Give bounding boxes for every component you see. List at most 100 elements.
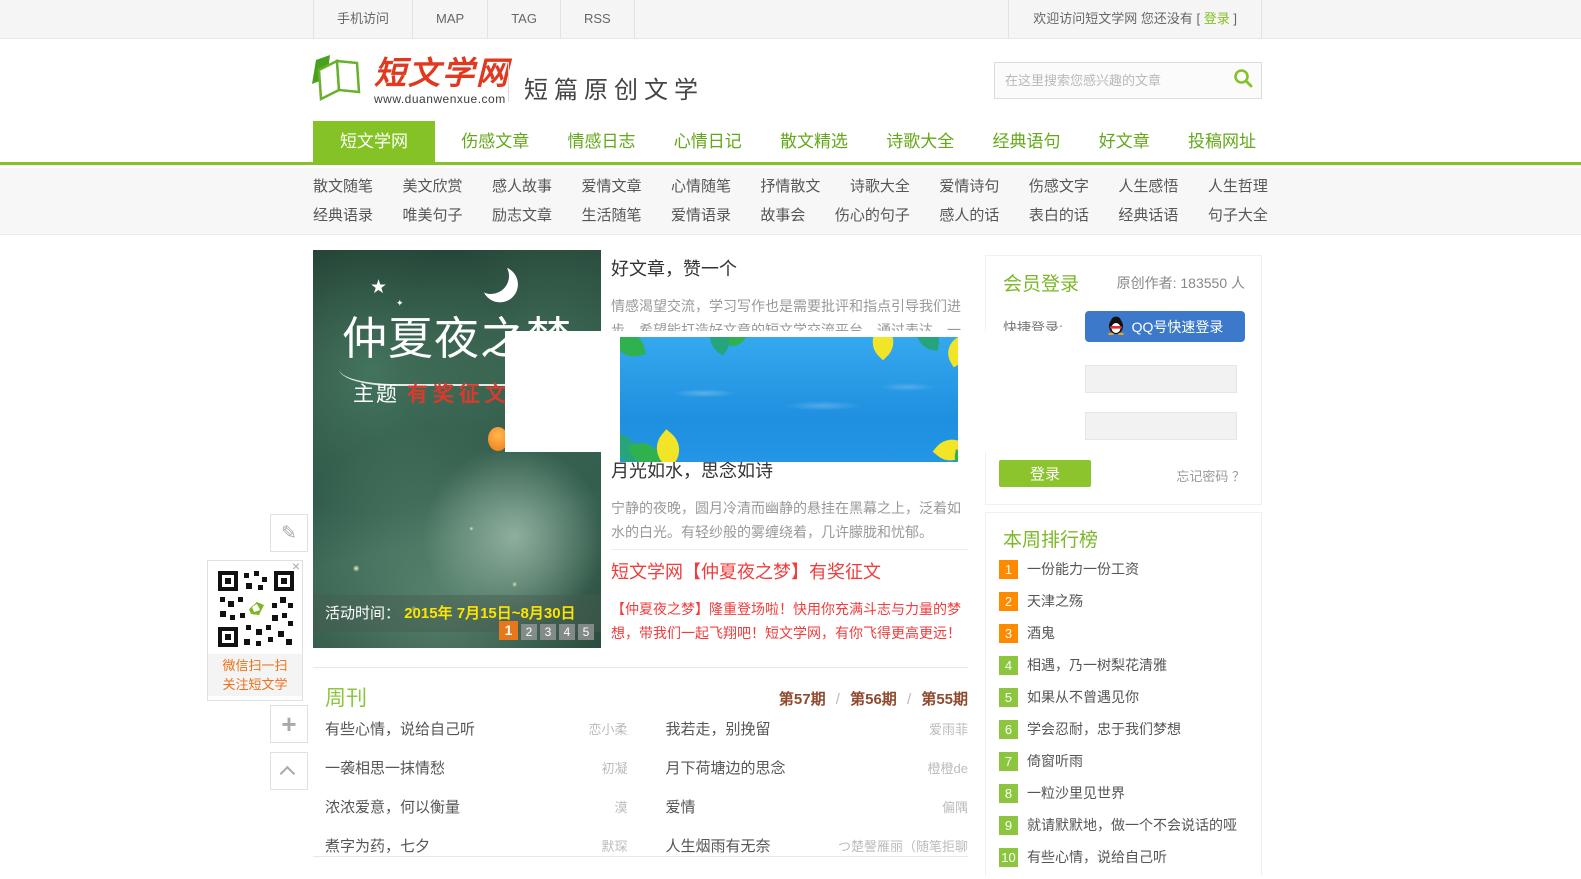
- site-logo[interactable]: 短文学网 www.duanwenxue.com: [310, 54, 510, 107]
- subnav-link[interactable]: 爱情语录: [671, 205, 731, 227]
- leaf-icon: [914, 337, 942, 351]
- subnav-link[interactable]: 伤感文字: [1029, 176, 1089, 198]
- subnav-link[interactable]: 故事会: [760, 205, 805, 227]
- weekly-article-link[interactable]: 有些心情，说给自己听: [325, 718, 475, 739]
- back-to-top-button[interactable]: [270, 752, 308, 790]
- subnav-link[interactable]: 经典语录: [313, 205, 373, 227]
- weekly-article-link[interactable]: 人生烟雨有无奈: [666, 835, 771, 856]
- list-item: 我若走，别挽留 爱雨菲: [666, 718, 969, 739]
- logo-book-icon: [310, 54, 366, 107]
- list-item: 人生烟雨有无奈 つ楚謦雁丽（随笔拒聊: [666, 835, 969, 856]
- subnav-link[interactable]: 美文欣赏: [402, 176, 462, 198]
- pencil-icon: ✎: [281, 522, 297, 545]
- subnav-link[interactable]: 爱情文章: [581, 176, 641, 198]
- nav-item-sad-articles[interactable]: 伤感文章: [449, 121, 541, 162]
- topbar-link-rss[interactable]: RSS: [560, 0, 635, 38]
- login-button[interactable]: 登录: [999, 460, 1091, 487]
- carousel-page-2[interactable]: 2: [521, 624, 537, 640]
- carousel-page-5[interactable]: 5: [578, 624, 594, 640]
- subnav-link[interactable]: 爱情诗句: [939, 176, 999, 198]
- subnav-link[interactable]: 伤心的句子: [835, 205, 910, 227]
- weekly-issues: 第57期 / 第56期 / 第55期: [779, 688, 968, 709]
- nav-item-classic-quotes[interactable]: 经典语句: [981, 121, 1073, 162]
- search-button[interactable]: [1225, 63, 1261, 98]
- weekly-article-author: 爱雨菲: [929, 719, 968, 738]
- ranking-item[interactable]: 8 一粒沙里见世界: [999, 783, 1254, 803]
- list-item: 一袭相思一抹情愁 初凝: [325, 757, 628, 778]
- topbar-link-map[interactable]: MAP: [412, 0, 487, 38]
- topbar-link-tag[interactable]: TAG: [487, 0, 560, 38]
- subnav-link[interactable]: 表白的话: [1029, 205, 1089, 227]
- nav-item-prose[interactable]: 散文精选: [768, 121, 860, 162]
- rank-badge: 4: [999, 656, 1018, 675]
- ranking-item[interactable]: 3 酒鬼: [999, 623, 1254, 643]
- subnav-link[interactable]: 句子大全: [1208, 205, 1268, 227]
- ranking-item[interactable]: 6 学会忍耐，忠于我们梦想: [999, 719, 1254, 739]
- subnav-link[interactable]: 感人的话: [939, 205, 999, 227]
- article-title[interactable]: 短文学网【仲夏夜之梦】有奖征文: [611, 558, 968, 584]
- weekly-header: 周刊 第57期 / 第56期 / 第55期: [313, 668, 968, 718]
- issue-55-link[interactable]: 第55期: [921, 691, 968, 708]
- rank-title: 一粒沙里见世界: [1027, 783, 1125, 803]
- banner-ad[interactable]: [620, 337, 958, 462]
- subnav-link[interactable]: 人生感悟: [1118, 176, 1178, 198]
- password-field[interactable]: [1085, 412, 1237, 440]
- subnav-link[interactable]: 人生哲理: [1208, 176, 1268, 198]
- username-field[interactable]: [1085, 365, 1237, 393]
- rank-title: 天津之殇: [1027, 591, 1083, 611]
- rank-badge: 8: [999, 784, 1018, 803]
- rank-title: 一份能力一份工资: [1027, 559, 1139, 579]
- ranking-item[interactable]: 5 如果从不曾遇见你: [999, 687, 1254, 707]
- write-button[interactable]: ✎: [270, 514, 308, 552]
- ranking-item[interactable]: 4 相遇，乃一树梨花清雅: [999, 655, 1254, 675]
- leaf-icon: [620, 337, 646, 361]
- qq-login-button[interactable]: QQ号快速登录: [1085, 311, 1245, 342]
- ranking-item[interactable]: 7 倚窗听雨: [999, 751, 1254, 771]
- issue-57-link[interactable]: 第57期: [779, 691, 826, 708]
- article-title[interactable]: 好文章，赞一个: [611, 255, 968, 281]
- subnav-row-1: 散文随笔 美文欣赏 感人故事 爱情文章 心情随笔 抒情散文 诗歌大全 爱情诗句 …: [313, 176, 1268, 198]
- qq-penguin-icon: [1107, 315, 1132, 338]
- weekly-article-link[interactable]: 煮字为药，七夕: [325, 835, 430, 856]
- nav-item-mood-diary[interactable]: 心情日记: [662, 121, 754, 162]
- issue-56-link[interactable]: 第56期: [850, 691, 897, 708]
- rank-title: 相遇，乃一树梨花清雅: [1027, 655, 1167, 675]
- carousel-subtitle-highlight: 有奖征文: [407, 383, 511, 406]
- ranking-item[interactable]: 10 有些心情，说给自己听: [999, 847, 1254, 867]
- subnav-link[interactable]: 心情随笔: [671, 176, 731, 198]
- carousel-page-4[interactable]: 4: [559, 624, 575, 640]
- subnav-link[interactable]: 唯美句子: [402, 205, 462, 227]
- expand-button[interactable]: +: [270, 705, 308, 743]
- ranking-item[interactable]: 9 就请默默地，做一个不会说话的哑: [999, 815, 1254, 835]
- topbar-link-mobile[interactable]: 手机访问: [313, 0, 412, 38]
- nav-item-submit[interactable]: 投稿网址: [1176, 121, 1268, 162]
- carousel-page-1[interactable]: 1: [499, 621, 518, 640]
- weekly-article-link[interactable]: 浓浓爱意，何以衡量: [325, 796, 460, 817]
- weekly-article-author: 偏隅: [942, 797, 968, 816]
- list-item: 爱情 偏隅: [666, 796, 969, 817]
- weekly-article-link[interactable]: 月下荷塘边的思念: [666, 757, 786, 778]
- subnav-link[interactable]: 散文随笔: [313, 176, 373, 198]
- search-input[interactable]: [995, 73, 1225, 88]
- ranking-item[interactable]: 2 天津之殇: [999, 591, 1254, 611]
- rank-title: 倚窗听雨: [1027, 751, 1083, 771]
- issue-separator: /: [901, 691, 917, 708]
- weekly-article-author: 橙橙de: [928, 758, 968, 777]
- subnav-link[interactable]: 抒情散文: [760, 176, 820, 198]
- login-link[interactable]: 登录: [1204, 11, 1230, 26]
- ranking-item[interactable]: 1 一份能力一份工资: [999, 559, 1254, 579]
- nav-item-good-articles[interactable]: 好文章: [1087, 121, 1162, 162]
- weekly-article-link[interactable]: 一袭相思一抹情愁: [325, 757, 445, 778]
- carousel-page-3[interactable]: 3: [540, 624, 556, 640]
- weekly-article-link[interactable]: 我若走，别挽留: [666, 718, 771, 739]
- forgot-password-link[interactable]: 忘记密码 ？: [1176, 466, 1245, 485]
- subnav-link[interactable]: 励志文章: [492, 205, 552, 227]
- nav-item-emotion-diary[interactable]: 情感日志: [556, 121, 648, 162]
- nav-item-home[interactable]: 短文学网: [313, 121, 435, 162]
- weekly-article-link[interactable]: 爱情: [666, 796, 696, 817]
- subnav-link[interactable]: 感人故事: [492, 176, 552, 198]
- subnav-link[interactable]: 生活随笔: [581, 205, 641, 227]
- nav-item-poetry[interactable]: 诗歌大全: [874, 121, 966, 162]
- subnav-link[interactable]: 诗歌大全: [850, 176, 910, 198]
- subnav-link[interactable]: 经典话语: [1118, 205, 1178, 227]
